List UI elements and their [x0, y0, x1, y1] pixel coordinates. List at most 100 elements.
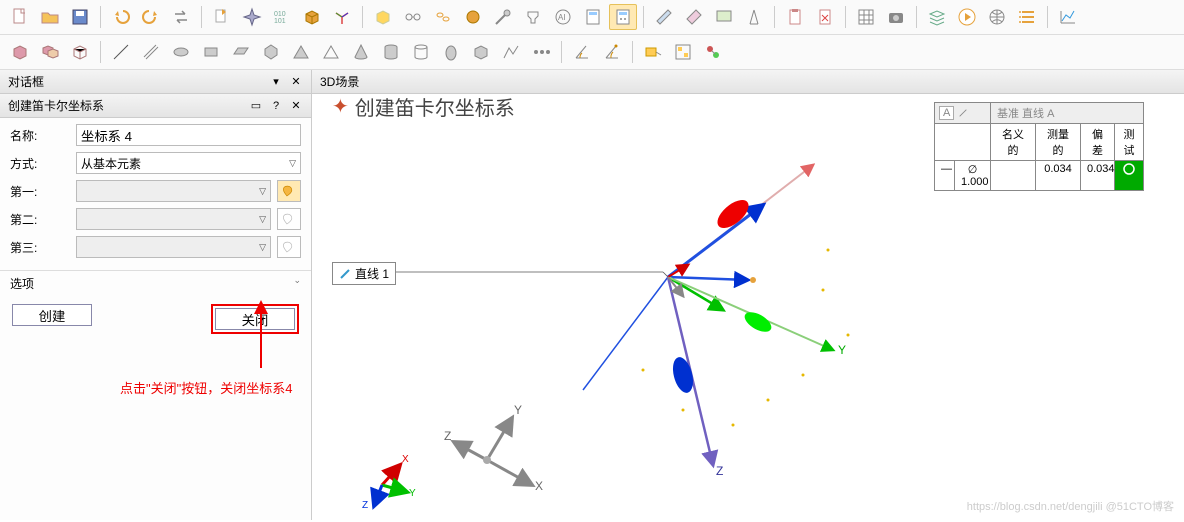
svg-text:Y: Y — [514, 403, 522, 417]
angle2-icon[interactable] — [598, 39, 626, 65]
cube-multi-icon[interactable] — [36, 39, 64, 65]
first-label: 第一: — [10, 183, 70, 200]
options-expand-icon: ⌄ — [293, 275, 301, 292]
datum-a-badge: A — [939, 106, 954, 120]
path-icon[interactable] — [497, 39, 525, 65]
second-select[interactable]: ▽ — [76, 208, 271, 230]
probe-icon[interactable] — [489, 4, 517, 30]
svg-text:AI: AI — [558, 13, 566, 22]
svg-text:010: 010 — [274, 11, 286, 18]
clamp-icon[interactable] — [519, 4, 547, 30]
col-test: 测试 — [1115, 124, 1143, 160]
joints-icon[interactable] — [527, 39, 555, 65]
cube-solid-icon[interactable] — [6, 39, 34, 65]
line-icon[interactable] — [107, 39, 135, 65]
svg-text:X: X — [402, 454, 409, 465]
sub-title-bar: 创建笛卡尔坐标系 ▭ ? ✕ — [0, 94, 311, 118]
poly-icon[interactable] — [257, 39, 285, 65]
second-pick-button[interactable] — [277, 208, 301, 230]
name-label: 名称: — [10, 127, 70, 144]
cube4-icon[interactable] — [467, 39, 495, 65]
cyl-icon[interactable] — [377, 39, 405, 65]
compass-icon[interactable] — [740, 4, 768, 30]
tag1-icon[interactable] — [639, 39, 667, 65]
undo-icon[interactable] — [107, 4, 135, 30]
tri-icon[interactable] — [287, 39, 315, 65]
open-file-icon[interactable] — [36, 4, 64, 30]
first-select[interactable]: ▽ — [76, 180, 271, 202]
binary-icon[interactable]: 010101 — [268, 4, 296, 30]
spark-icon[interactable] — [238, 4, 266, 30]
name-input[interactable] — [76, 124, 301, 146]
ai-icon[interactable]: AI — [549, 4, 577, 30]
annotation-text: 点击"关闭"按钮，关闭坐标系4 — [120, 378, 292, 397]
play-icon[interactable] — [953, 4, 981, 30]
panel-close-icon[interactable]: ✕ — [289, 75, 303, 89]
disc-icon[interactable] — [167, 39, 195, 65]
import-icon[interactable] — [208, 4, 236, 30]
redo-icon[interactable] — [137, 4, 165, 30]
plane2-icon[interactable] — [680, 4, 708, 30]
cube-mesh-icon[interactable] — [298, 4, 326, 30]
options-row[interactable]: 选项 ⌄ — [0, 270, 311, 296]
clipboard-icon[interactable] — [781, 4, 809, 30]
svg-text:Y: Y — [409, 488, 416, 499]
plane1-icon[interactable] — [650, 4, 678, 30]
method-select[interactable]: 从基本元素 ▽ — [76, 152, 301, 174]
third-select[interactable]: ▽ — [76, 236, 271, 258]
view-title: 3D场景 — [320, 75, 359, 89]
cone-icon[interactable] — [347, 39, 375, 65]
camera-icon[interactable] — [882, 4, 910, 30]
tag2-icon[interactable] — [669, 39, 697, 65]
cube-wire-icon[interactable] — [66, 39, 94, 65]
grid-icon[interactable] — [852, 4, 880, 30]
chart-icon[interactable] — [1054, 4, 1082, 30]
panel-pin-icon[interactable]: ▭ — [249, 99, 263, 113]
panel-close2-icon[interactable]: ✕ — [289, 99, 303, 113]
switch-icon[interactable] — [167, 4, 195, 30]
rect-icon[interactable] — [197, 39, 225, 65]
datum-label: 基准 直线 A — [991, 103, 1143, 123]
plane3-icon[interactable] — [710, 4, 738, 30]
watermark: https://blog.csdn.net/dengjili @51CTO博客 — [967, 498, 1174, 514]
panel-collapse-icon[interactable]: ▾ — [269, 75, 283, 89]
link-icon[interactable] — [399, 4, 427, 30]
create-button[interactable]: 创建 — [12, 304, 92, 326]
calc-highlight-icon[interactable] — [609, 4, 637, 30]
view-3d[interactable]: 3D场景 ✦ 创建笛卡尔坐标系 — [312, 70, 1184, 520]
toolbar-row-2 — [0, 35, 1184, 70]
new-file-icon[interactable] — [6, 4, 34, 30]
layers-icon[interactable] — [923, 4, 951, 30]
chain-icon[interactable] — [429, 4, 457, 30]
sub-title: 创建笛卡尔坐标系 — [8, 97, 104, 114]
close-button[interactable]: 关闭 — [215, 308, 295, 330]
list-icon[interactable] — [1013, 4, 1041, 30]
view-heading: ✦ 创建笛卡尔坐标系 — [332, 92, 515, 121]
cyl2-icon[interactable] — [407, 39, 435, 65]
save-icon[interactable] — [66, 4, 94, 30]
third-label: 第三: — [10, 239, 70, 256]
options-label: 选项 — [10, 275, 34, 292]
sphere-icon[interactable] — [459, 4, 487, 30]
test-pass-badge — [1115, 161, 1143, 190]
measure-table: A 基准 直线 A 名义的 测量的 偏差 测试 — ∅ 1.000 0.034 … — [934, 102, 1144, 191]
tag3-icon[interactable] — [699, 39, 727, 65]
panel-help-icon[interactable]: ? — [269, 99, 283, 113]
tri2-icon[interactable] — [317, 39, 345, 65]
third-pick-button[interactable] — [277, 236, 301, 258]
multiline-icon[interactable] — [137, 39, 165, 65]
triad-rgb-icon: X Y Z — [352, 440, 422, 510]
calc-icon[interactable] — [579, 4, 607, 30]
angle1-icon[interactable] — [568, 39, 596, 65]
entity-label: 直线 1 — [332, 262, 396, 285]
dialog-panel: 对话框 ▾ ✕ 创建笛卡尔坐标系 ▭ ? ✕ 名称: 方式: 从基本元素 — [0, 70, 312, 520]
first-pick-button[interactable] — [277, 180, 301, 202]
box-yellow-icon[interactable] — [369, 4, 397, 30]
globe-icon[interactable] — [983, 4, 1011, 30]
rect2-icon[interactable] — [227, 39, 255, 65]
stamp-icon[interactable] — [811, 4, 839, 30]
heading-icon: ✦ — [332, 94, 349, 119]
axis-dropdown-icon[interactable] — [328, 4, 356, 30]
svg-text:Z: Z — [444, 429, 451, 443]
egg-icon[interactable] — [437, 39, 465, 65]
